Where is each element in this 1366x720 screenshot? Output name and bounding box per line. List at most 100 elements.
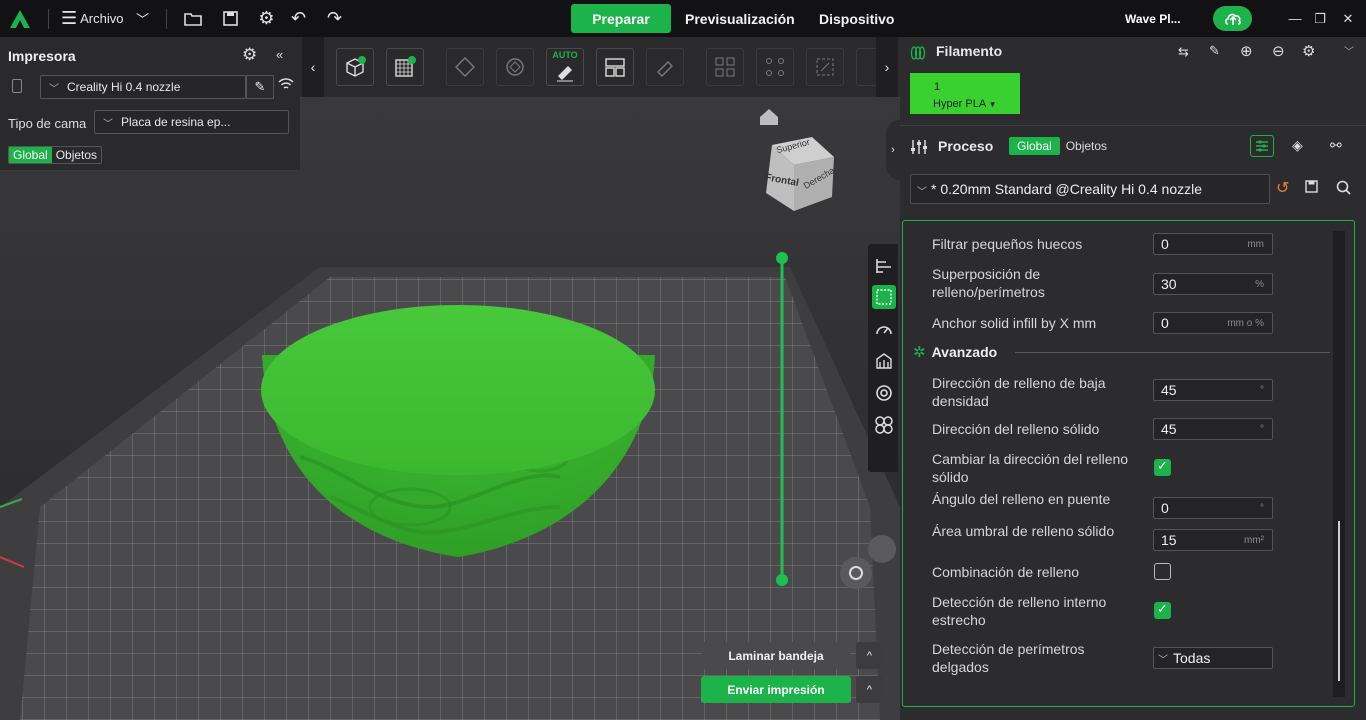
advanced-section-header: ✲ Avanzado bbox=[913, 343, 997, 361]
layout-icon[interactable] bbox=[596, 48, 634, 86]
align-icon[interactable] bbox=[872, 254, 896, 278]
save-profile-icon[interactable] bbox=[1305, 180, 1318, 198]
setting-value: 45 bbox=[1161, 421, 1177, 437]
collapse-right-icon[interactable]: › bbox=[886, 120, 900, 180]
orient-icon[interactable] bbox=[446, 48, 484, 86]
printer-settings-gear-icon[interactable]: ⚙ bbox=[242, 45, 257, 65]
add-plate-icon[interactable] bbox=[386, 48, 424, 86]
printer-name[interactable]: Wave Pl... bbox=[1125, 0, 1181, 37]
restore-icon[interactable]: ❐ bbox=[1305, 0, 1335, 37]
setting-unit: ° bbox=[1260, 503, 1264, 514]
file-menu-button[interactable]: ☰ Archivo bbox=[57, 0, 128, 37]
printer-select-value: Creality Hi 0.4 nozzle bbox=[67, 80, 181, 94]
scale-icon[interactable] bbox=[806, 48, 844, 86]
redo-icon[interactable]: ↷ bbox=[315, 0, 355, 37]
auto-arrange-icon[interactable]: AUTO bbox=[546, 48, 584, 86]
mesh-boolean-icon[interactable] bbox=[872, 413, 896, 437]
setting-input[interactable]: 45 ° bbox=[1153, 379, 1273, 401]
setting-checkbox[interactable]: ✓ bbox=[1154, 458, 1171, 476]
filament-slot-1[interactable]: 1 Hyper PLA ▼ bbox=[910, 73, 1020, 114]
split-parts-icon[interactable] bbox=[756, 48, 794, 86]
tab-objects[interactable]: Objetos bbox=[1060, 137, 1113, 155]
filament-slot-name: Hyper PLA ▼ bbox=[933, 96, 1020, 113]
slice-options-button[interactable]: ^ bbox=[856, 642, 883, 669]
open-folder-icon[interactable] bbox=[175, 0, 211, 37]
save-icon[interactable] bbox=[211, 0, 251, 37]
edit-printer-button[interactable]: ✎ bbox=[246, 75, 274, 99]
chevron-down-icon: ﹀ bbox=[103, 118, 113, 130]
setting-input[interactable]: 30 % bbox=[1153, 273, 1273, 295]
scroll-left-icon[interactable]: ‹ bbox=[302, 37, 324, 97]
cloud-upload-icon[interactable] bbox=[1213, 6, 1252, 31]
reset-profile-icon[interactable]: ↺ bbox=[1276, 178, 1289, 198]
split-objects-icon[interactable] bbox=[706, 48, 744, 86]
setting-input[interactable]: 0 ° bbox=[1153, 497, 1273, 519]
filament-slot-label: Hyper PLA bbox=[933, 98, 986, 110]
tab-global[interactable]: Global bbox=[9, 147, 52, 163]
sync-filament-icon[interactable]: ⇆ bbox=[1178, 44, 1189, 60]
filament-title: Filamento bbox=[936, 43, 1003, 59]
advanced-settings-toggle-icon[interactable] bbox=[1250, 135, 1274, 157]
auto-orient-icon[interactable] bbox=[496, 48, 534, 86]
setting-checkbox[interactable] bbox=[1154, 563, 1171, 580]
slice-plate-button[interactable]: Laminar bandeja bbox=[701, 642, 851, 669]
wifi-icon[interactable] bbox=[278, 77, 294, 94]
tab-objects[interactable]: Objetos bbox=[52, 147, 101, 163]
filament-collapse-icon[interactable]: ﹀ bbox=[1344, 43, 1354, 58]
tab-global[interactable]: Global bbox=[1009, 137, 1060, 155]
speed-icon[interactable] bbox=[872, 318, 896, 342]
tab-preview[interactable]: Previsualización bbox=[685, 4, 795, 33]
settings-list: Filtrar pequeños huecos 0 mm Superposici… bbox=[902, 220, 1355, 707]
bed-type-select[interactable]: ﹀ Placa de resina ep... bbox=[94, 110, 289, 134]
plate-select-icon[interactable] bbox=[872, 285, 896, 309]
tab-prepare[interactable]: Preparar bbox=[571, 4, 671, 33]
view-cube[interactable]: Superior Frontal Derecha bbox=[762, 133, 836, 213]
app-logo-icon bbox=[0, 0, 40, 37]
chevron-down-icon: ﹀ bbox=[1158, 654, 1168, 666]
chevron-down-icon[interactable]: ﹀ bbox=[128, 0, 158, 37]
settings-scrollbar[interactable] bbox=[1333, 231, 1345, 697]
setting-input[interactable]: 15 mm² bbox=[1153, 529, 1273, 551]
send-print-button[interactable]: Enviar impresión bbox=[701, 676, 851, 703]
setting-select[interactable]: ﹀ Todas bbox=[1153, 647, 1273, 669]
pencil-icon: ✎ bbox=[254, 79, 266, 94]
search-icon[interactable] bbox=[1336, 180, 1351, 200]
remove-filament-icon[interactable]: ⊖ bbox=[1272, 42, 1285, 60]
setting-label: Superposición de relleno/perímetros bbox=[932, 266, 1045, 300]
title-bar: ☰ Archivo ﹀ ⚙ ↶ ↷ Preparar Previsualizac… bbox=[0, 0, 1366, 37]
setting-label: Detección de relleno interno estrecho bbox=[932, 594, 1107, 628]
object-toolbar: ‹ AUTO › bbox=[300, 37, 900, 97]
setting-input[interactable]: 0 mm o % bbox=[1153, 312, 1273, 334]
process-profile-select[interactable]: ﹀ * 0.20mm Standard @Creality Hi 0.4 noz… bbox=[910, 174, 1270, 204]
setting-label: Dirección de relleno de baja densidad bbox=[932, 375, 1106, 409]
collapse-panel-icon[interactable]: « bbox=[276, 47, 283, 62]
close-icon[interactable]: ✕ bbox=[1333, 0, 1363, 37]
compare-presets-icon[interactable]: ◈ bbox=[1292, 137, 1303, 154]
setting-unit: % bbox=[1255, 279, 1264, 290]
undo-icon[interactable]: ↶ bbox=[283, 0, 315, 37]
filament-settings-gear-icon[interactable]: ⚙ bbox=[1302, 42, 1315, 60]
settings-gear-icon[interactable]: ⚙ bbox=[251, 0, 283, 37]
print-options-button[interactable]: ^ bbox=[856, 676, 883, 703]
support-icon[interactable] bbox=[872, 349, 896, 373]
divider bbox=[165, 8, 167, 29]
setting-input[interactable]: 0 mm bbox=[1153, 233, 1273, 255]
setting-checkbox[interactable]: ✓ bbox=[1154, 601, 1171, 619]
setting-label: Detección de perímetros delgados bbox=[932, 641, 1085, 675]
tab-device[interactable]: Dispositivo bbox=[819, 4, 894, 33]
add-object-icon[interactable] bbox=[336, 48, 374, 86]
scrollbar-thumb[interactable] bbox=[1338, 521, 1340, 681]
setting-value: 30 bbox=[1161, 276, 1177, 292]
add-filament-icon[interactable]: ⊕ bbox=[1240, 42, 1253, 60]
seam-icon[interactable] bbox=[872, 381, 896, 405]
setting-input[interactable]: 45 ° bbox=[1153, 418, 1273, 440]
filament-edit-icon[interactable]: ✎ bbox=[1209, 43, 1220, 59]
printer-select[interactable]: ﹀ Creality Hi 0.4 nozzle bbox=[40, 75, 246, 99]
cut-icon[interactable] bbox=[856, 48, 878, 86]
print-sequence-icon[interactable]: ⚯ bbox=[1330, 137, 1342, 154]
paint-icon[interactable] bbox=[646, 48, 684, 86]
advanced-section-icon: ✲ bbox=[913, 344, 926, 361]
setting-unit: mm² bbox=[1244, 535, 1264, 546]
process-header: Proceso Global Objetos ◈ ⚯ bbox=[900, 129, 1366, 163]
scroll-right-icon[interactable]: › bbox=[876, 37, 898, 97]
